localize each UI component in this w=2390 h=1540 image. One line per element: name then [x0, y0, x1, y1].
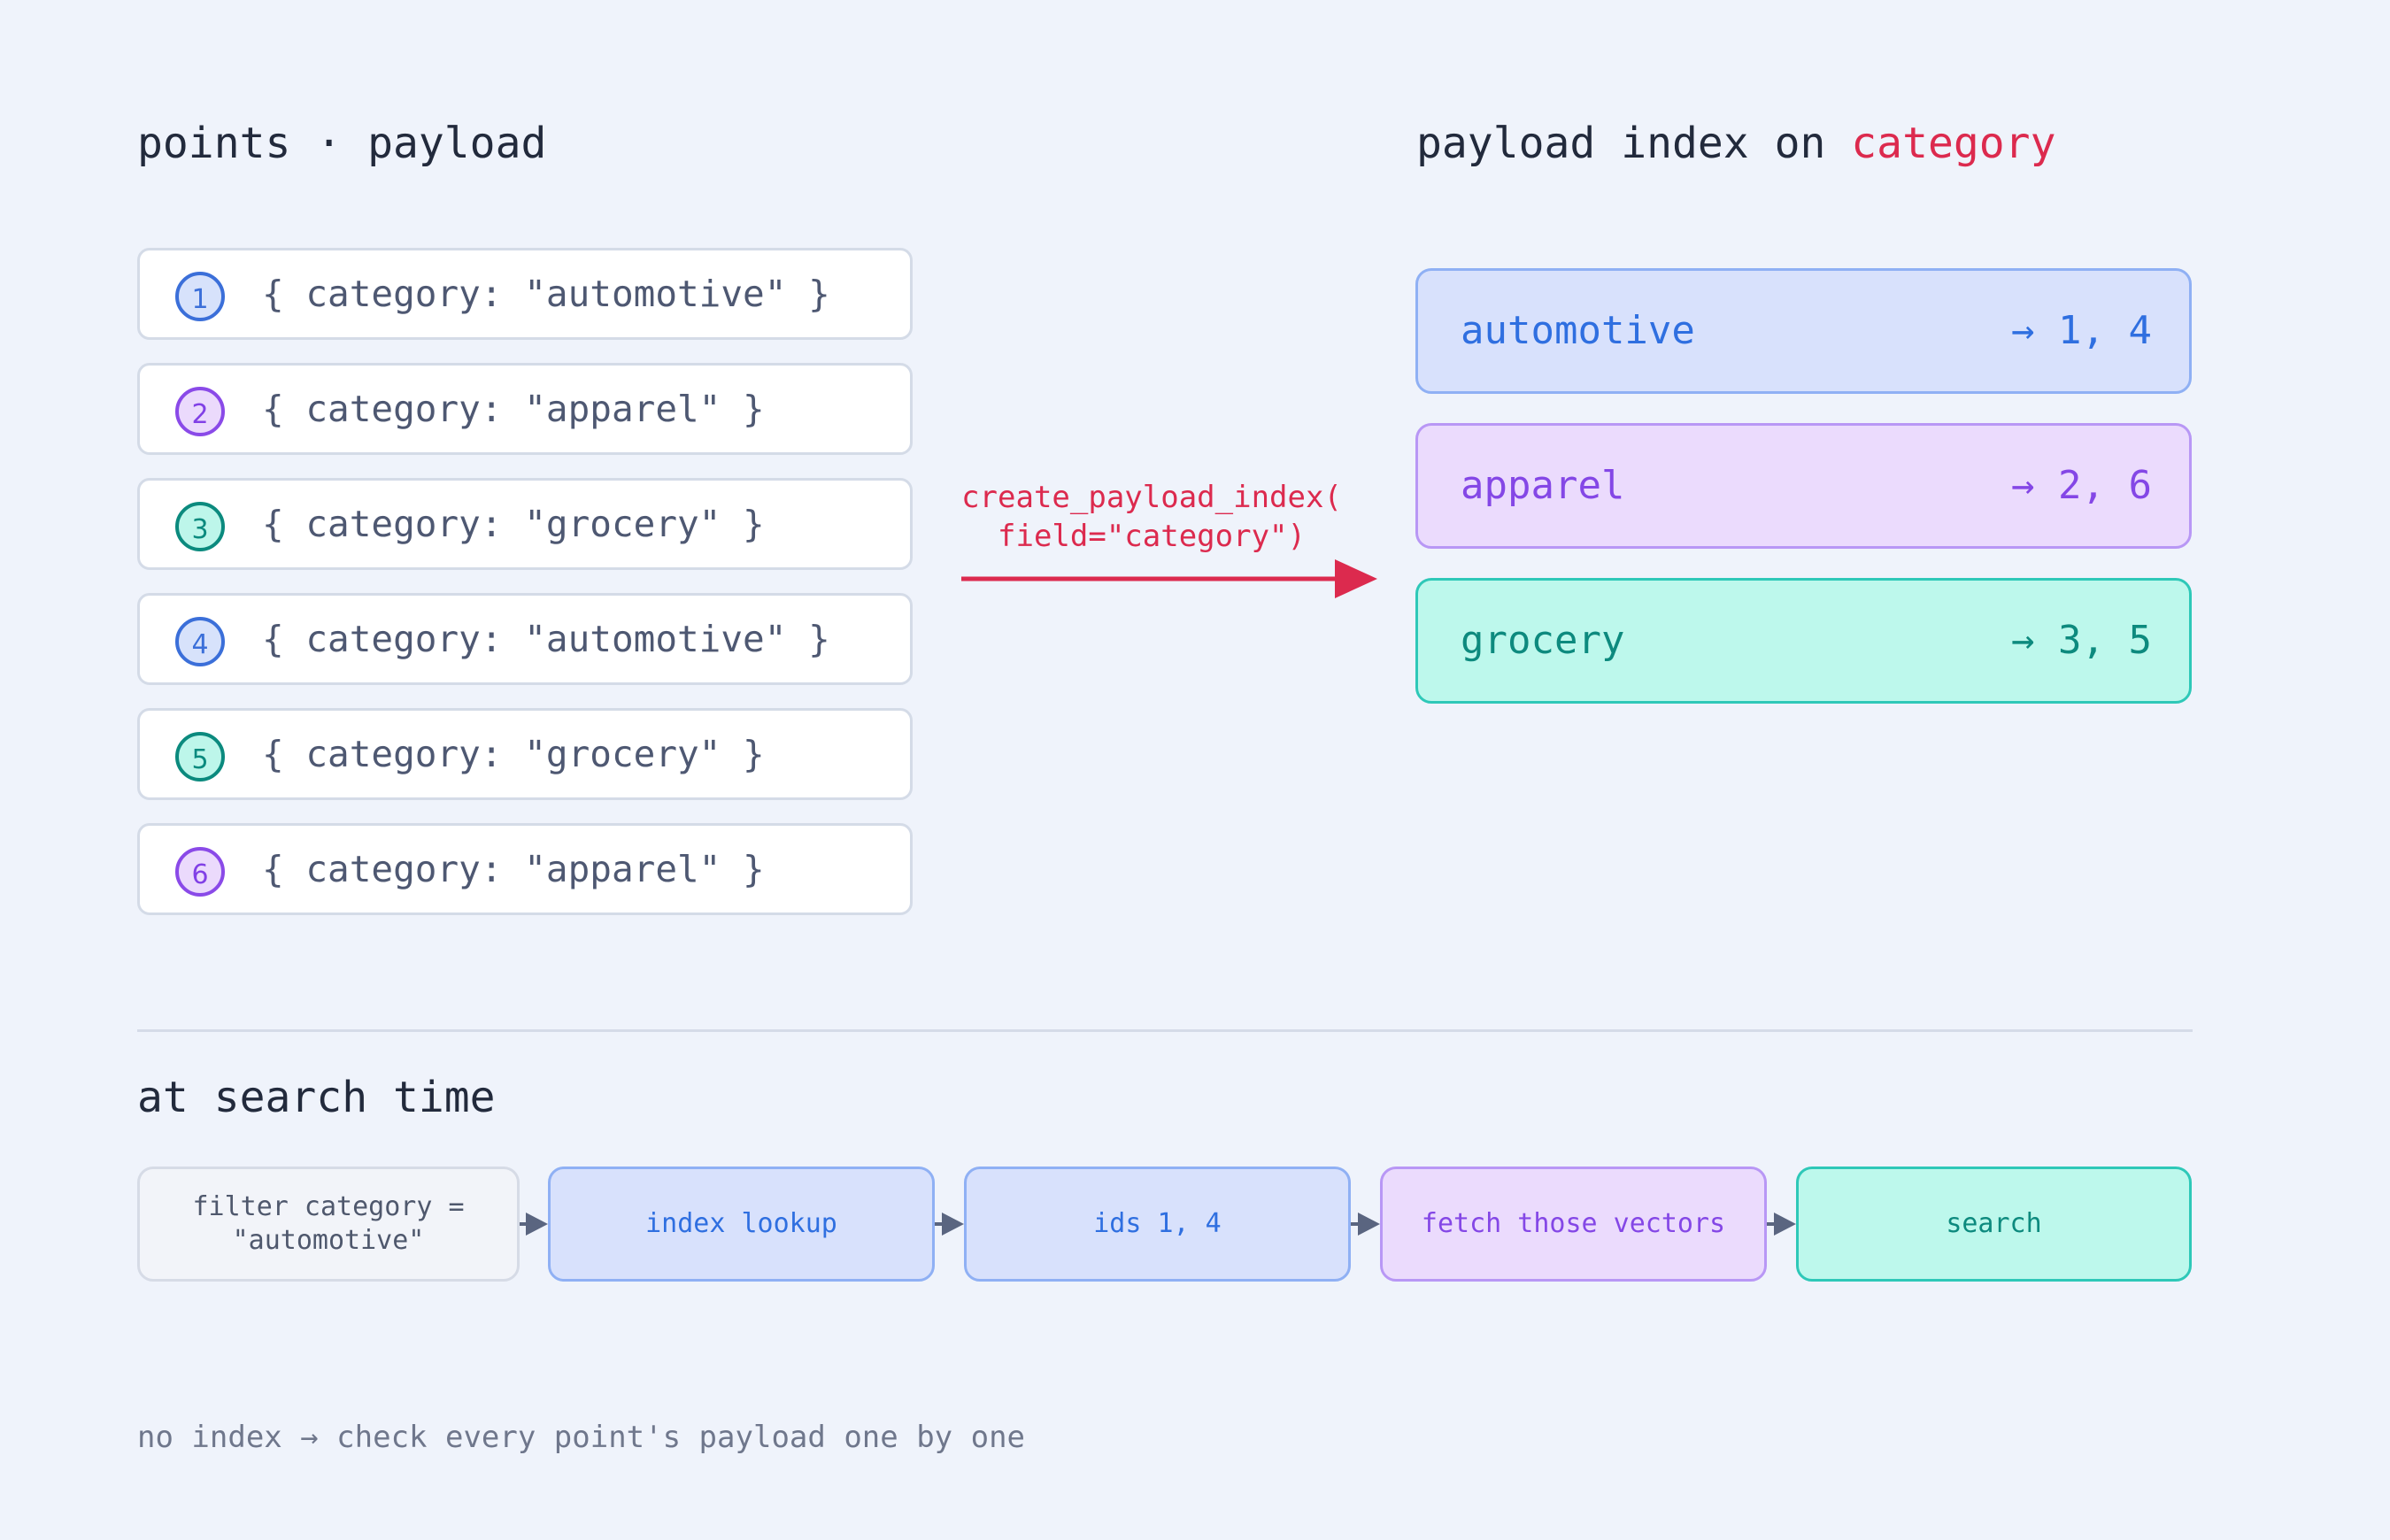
- arrow-head: [1358, 1213, 1380, 1236]
- connector-arrows: [520, 559, 1796, 1236]
- arrow-head: [526, 1213, 548, 1236]
- create-index-arrow: [961, 559, 1377, 598]
- arrow-head: [942, 1213, 964, 1236]
- pipeline-arrows: [520, 1213, 1796, 1236]
- diagram-canvas: points · payload payload index on catego…: [0, 0, 2390, 1540]
- arrow-head: [1774, 1213, 1796, 1236]
